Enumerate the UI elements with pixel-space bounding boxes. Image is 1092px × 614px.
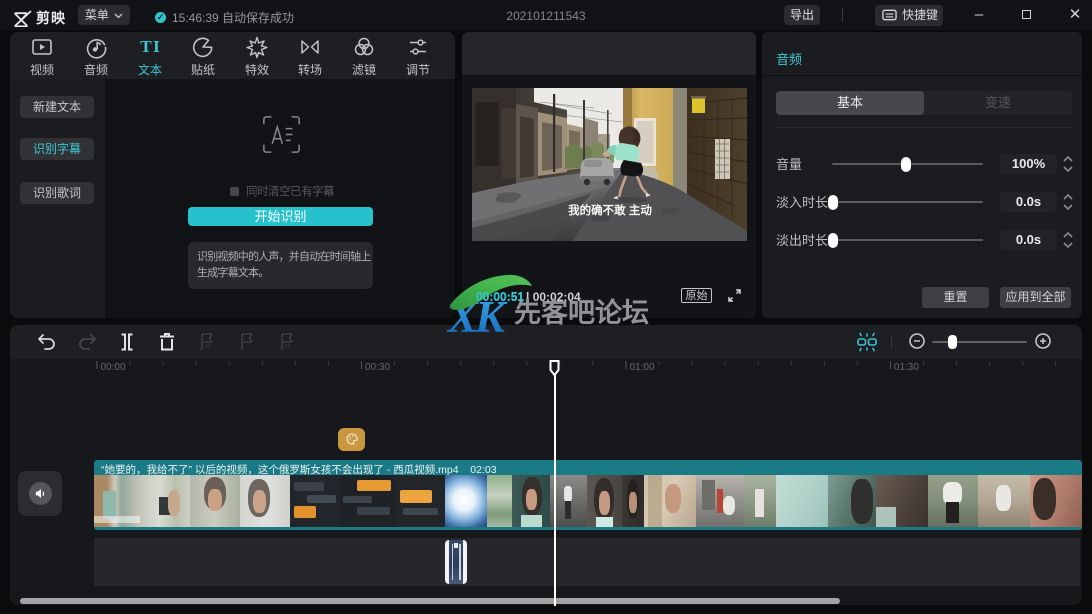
svg-text:00:00: 00:00 (101, 362, 126, 373)
svg-text:01:00: 01:00 (630, 362, 655, 373)
svg-text:AI: AI (205, 344, 211, 350)
svg-text:N: N (285, 344, 289, 350)
svg-text:先客吧论坛: 先客吧论坛 (514, 297, 649, 328)
svg-text:00:00:51: 00:00:51 (476, 290, 524, 304)
svg-text:01:30: 01:30 (894, 362, 919, 373)
svg-text:我的确不敢 主动: 我的确不敢 主动 (568, 203, 652, 217)
svg-text:00:30: 00:30 (365, 362, 390, 373)
